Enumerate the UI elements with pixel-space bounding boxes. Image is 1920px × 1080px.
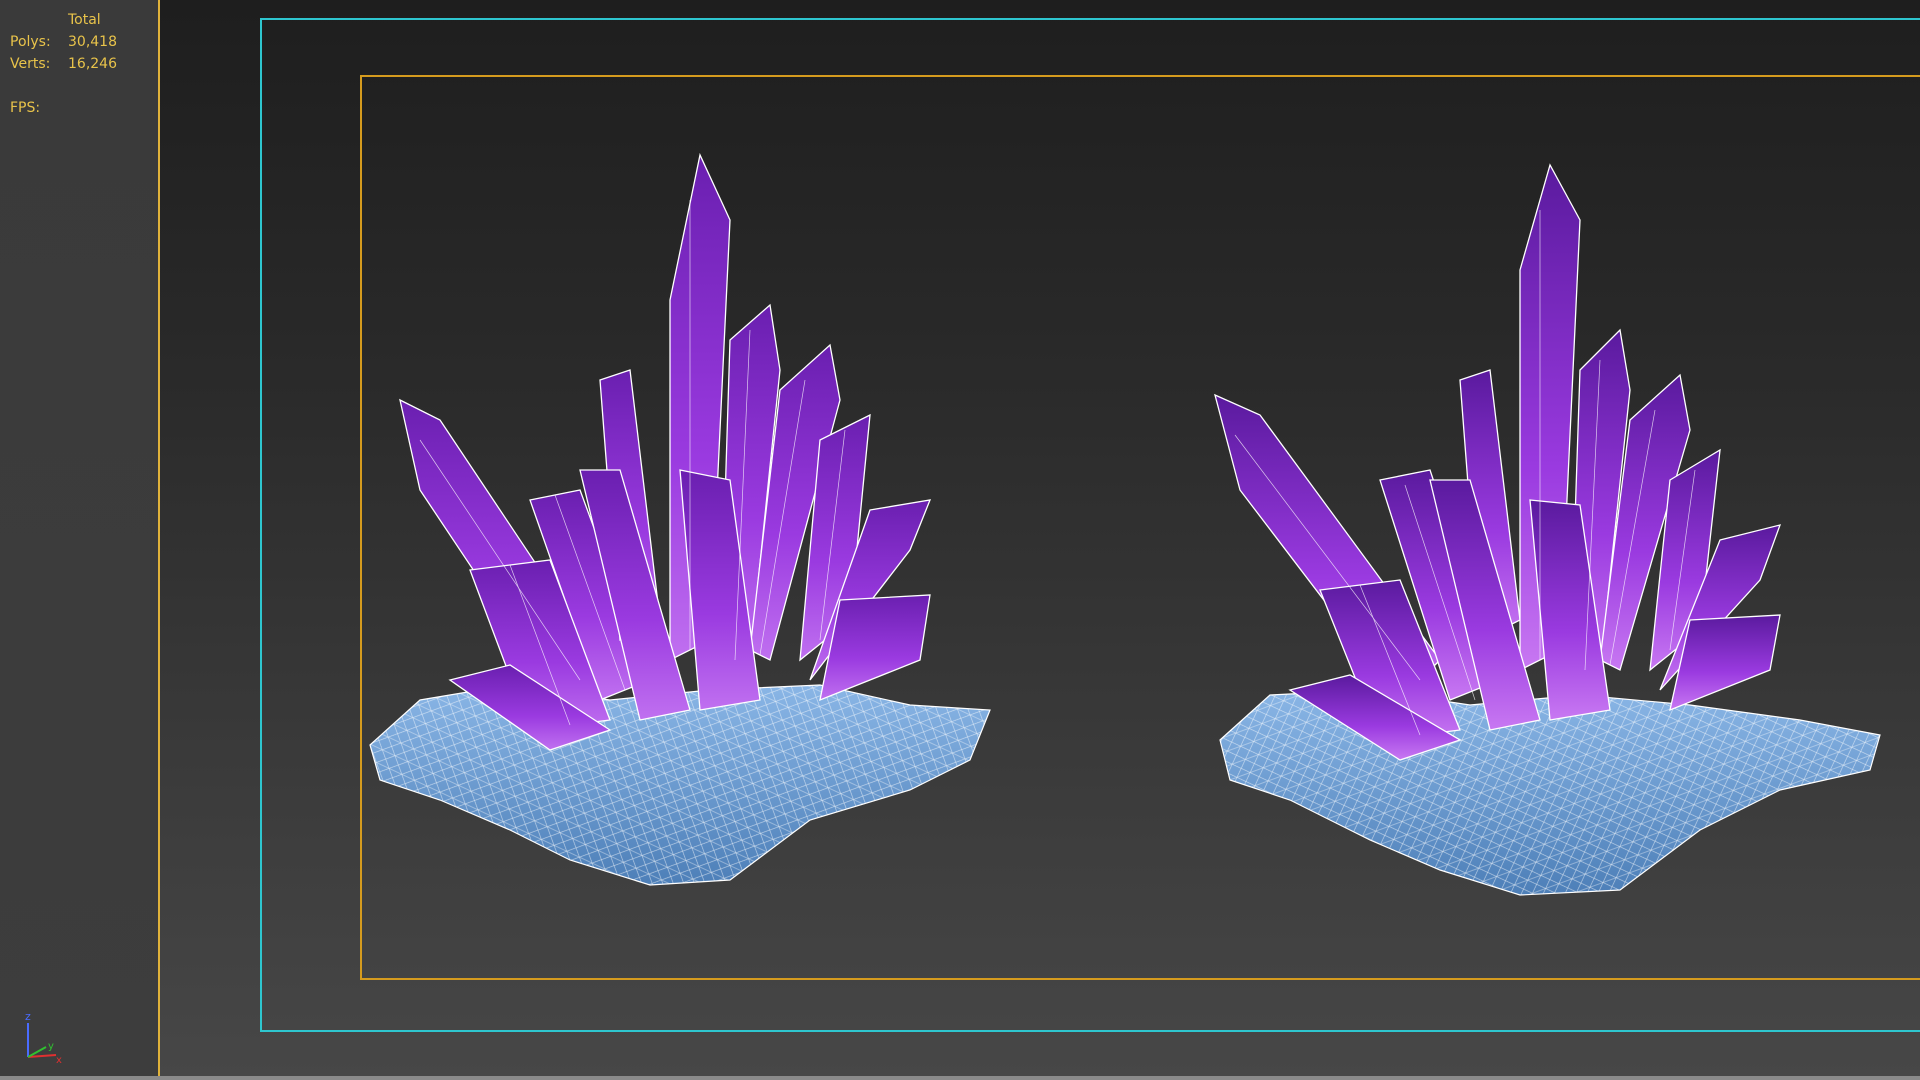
fps-label: FPS: [10, 100, 41, 116]
statistics-overlay: Total Polys: 30,418 Verts: 16,246 FPS: [10, 9, 117, 119]
stats-header-row: Total [10, 9, 117, 31]
verts-label: Verts: [10, 56, 51, 72]
stats-polys-row: Polys: 30,418 [10, 31, 117, 53]
polys-value: 30,418 [68, 34, 117, 50]
gizmo-z-label: z [25, 1010, 31, 1023]
gizmo-y-label: y [48, 1041, 54, 1052]
left-viewport[interactable]: Total Polys: 30,418 Verts: 16,246 FPS: z… [0, 0, 158, 1076]
viewport-bottom-edge [0, 1076, 1920, 1080]
gizmo-x-label: x [56, 1055, 62, 1065]
crystal-cluster-right[interactable] [1180, 150, 1920, 910]
app-root: Total Polys: 30,418 Verts: 16,246 FPS: z… [0, 0, 1920, 1080]
main-viewport[interactable] [160, 0, 1920, 1076]
verts-value: 16,246 [68, 56, 117, 72]
stats-fps-row: FPS: [10, 97, 117, 119]
stats-total-header: Total [68, 12, 101, 28]
axis-gizmo-icon: z y x [25, 1010, 62, 1065]
polys-label: Polys: [10, 34, 51, 50]
crystal-cluster-left[interactable] [350, 140, 1030, 900]
stats-verts-row: Verts: 16,246 [10, 53, 117, 75]
